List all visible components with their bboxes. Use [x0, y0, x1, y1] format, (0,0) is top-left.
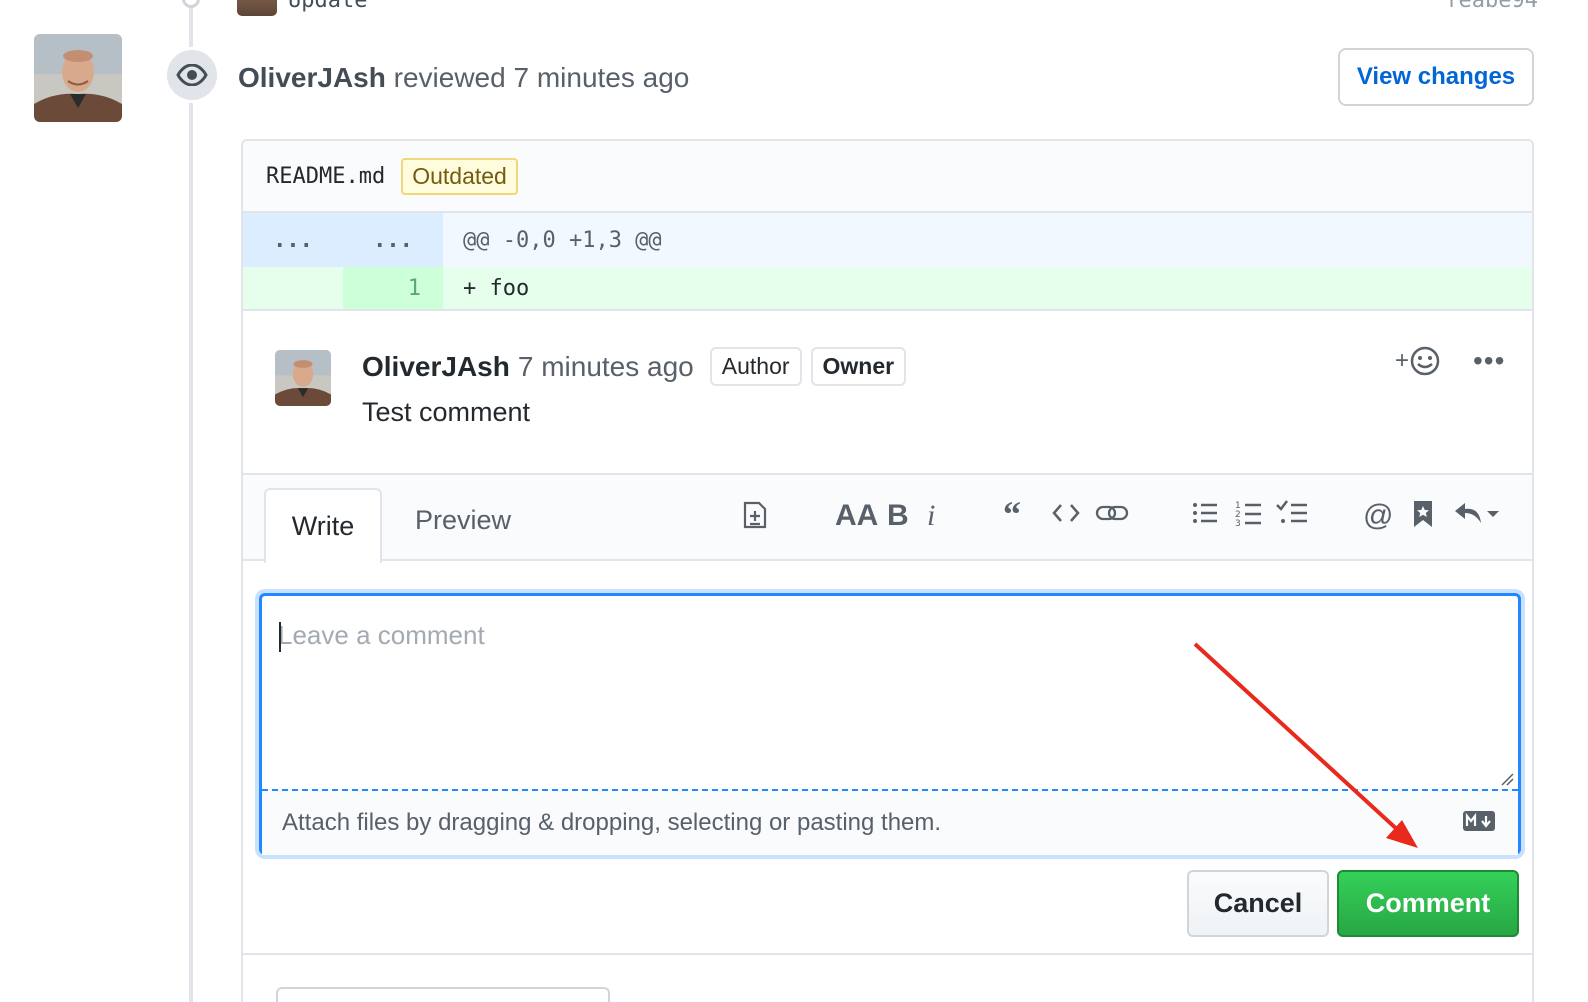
text-caret [279, 622, 281, 652]
hunk-header: @@ -0,0 +1,3 @@ [463, 227, 662, 253]
file-name[interactable]: README.md [266, 164, 385, 189]
kebab-horizontal-icon[interactable]: ••• [1473, 345, 1505, 377]
hunk-new-line[interactable]: ... [343, 213, 443, 267]
owner-badge: Owner [810, 347, 907, 386]
comment-textarea[interactable] [262, 596, 1518, 789]
insert-suggestion-icon[interactable] [741, 499, 769, 539]
task-list-icon[interactable] [1275, 499, 1309, 535]
reviewer-avatar[interactable] [34, 34, 122, 122]
svg-text:3: 3 [1235, 519, 1241, 529]
review-comment: OliverJAsh 7 minutes ago Author Owner Te… [243, 311, 1532, 475]
plus-icon: + [1395, 347, 1410, 374]
cancel-button[interactable]: Cancel [1187, 870, 1329, 937]
old-line-number [243, 267, 343, 309]
saved-reply-icon[interactable] [1411, 499, 1435, 537]
smiley-icon [1410, 346, 1440, 376]
review-summary: OliverJAsh reviewed 7 minutes ago [238, 62, 689, 94]
comment-time[interactable]: 7 minutes ago [518, 351, 694, 383]
review-time[interactable]: 7 minutes ago [513, 62, 689, 93]
italic-icon[interactable]: i [927, 499, 935, 533]
diff-hunk-row: ... ... @@ -0,0 +1,3 @@ [243, 213, 1532, 267]
timeline-line [189, 0, 193, 1002]
view-changes-button[interactable]: View changes [1338, 48, 1534, 106]
comment-author-avatar[interactable] [275, 350, 331, 406]
comment-header: OliverJAsh 7 minutes ago Author Owner [362, 347, 907, 386]
commit-sha[interactable]: feabe94 [1445, 0, 1538, 13]
quote-icon[interactable]: “ [1003, 493, 1021, 535]
comment-body: Test comment [362, 397, 531, 427]
commit-message[interactable]: Update [288, 0, 367, 13]
comment-editor: Attach files by dragging & dropping, sel… [259, 593, 1521, 855]
editor-tabs: Write Preview AA B i “ 123 @ [243, 475, 1532, 563]
eye-icon [164, 47, 220, 103]
file-attach-zone[interactable]: Attach files by dragging & dropping, sel… [262, 789, 1518, 855]
ordered-list-icon[interactable]: 123 [1235, 499, 1263, 537]
reviewer-name[interactable]: OliverJAsh [238, 62, 386, 93]
add-reaction-button[interactable]: + [1395, 345, 1441, 377]
tab-write[interactable]: Write [264, 488, 382, 563]
commit-author-avatar[interactable] [237, 0, 277, 16]
tab-preview[interactable]: Preview [415, 505, 511, 536]
mention-icon[interactable]: @ [1363, 499, 1393, 533]
resize-handle-icon[interactable] [1500, 772, 1514, 786]
review-thread: README.md Outdated ... ... @@ -0,0 +1,3 … [241, 139, 1534, 1002]
file-header: README.md Outdated [243, 141, 1532, 213]
comment-submit-button[interactable]: Comment [1337, 870, 1519, 937]
hunk-old-line[interactable]: ... [243, 213, 343, 267]
author-badge: Author [709, 347, 802, 386]
outdated-badge: Outdated [401, 157, 518, 195]
diff-added-line: 1 + foo [243, 267, 1532, 311]
reply-icon[interactable] [1453, 499, 1505, 535]
review-action: reviewed [393, 62, 506, 93]
unordered-list-icon[interactable] [1191, 499, 1219, 535]
line-content: + foo [463, 275, 530, 301]
heading-icon[interactable]: AA [835, 499, 878, 533]
comment-author[interactable]: OliverJAsh [362, 351, 510, 383]
markdown-icon[interactable] [1462, 810, 1496, 832]
bold-icon[interactable]: B [887, 499, 909, 533]
code-icon[interactable] [1051, 499, 1081, 535]
commit-dot [182, 0, 200, 8]
next-element-stub [276, 987, 610, 1002]
link-icon[interactable] [1095, 499, 1129, 535]
new-line-number[interactable]: 1 [343, 267, 443, 309]
divider [243, 953, 1532, 955]
